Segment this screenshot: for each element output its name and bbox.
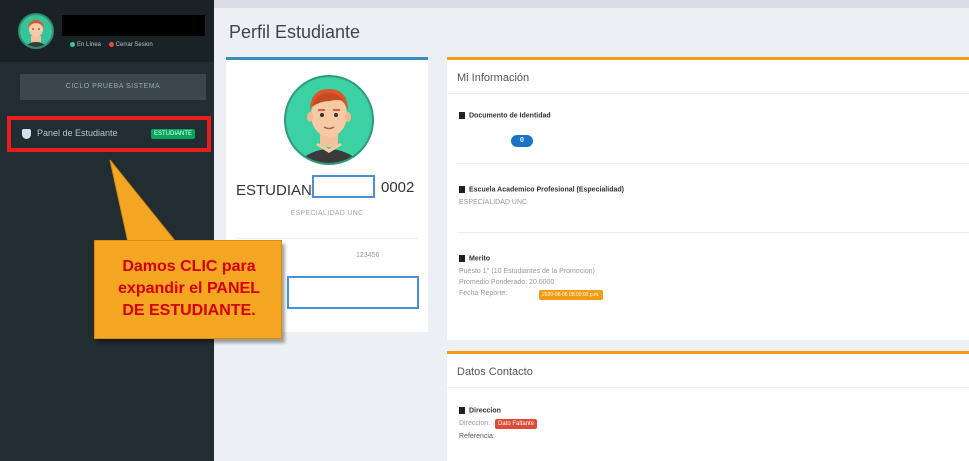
book-icon: [459, 112, 465, 119]
panel-divider: [447, 93, 969, 94]
top-navbar: [214, 0, 969, 8]
address-prefix: Direccion:: [459, 420, 491, 427]
student-avatar: [284, 75, 374, 165]
merit-average: Promedio Ponderado: 20.0000: [459, 279, 555, 286]
merit-date-badge: 2020-08-06 08:00:00 p.m.: [539, 290, 603, 300]
user-status: En Línea Cerrar Sesion: [70, 42, 153, 48]
contact-panel: Datos Contacto Direccion Direccion: Dato…: [447, 351, 969, 461]
merit-date-label: Fecha Reporte:: [459, 290, 508, 297]
online-dot-icon: [70, 42, 75, 47]
student-specialty: ESPECIALIDAD UNC: [290, 210, 364, 217]
sidebar: En Línea Cerrar Sesion CICLO PRUEBA SIST…: [0, 0, 214, 461]
reference-label: Referencia:: [459, 433, 495, 440]
merit-position: Puesto 1° (10 Estudiantes de la Promocio…: [459, 268, 595, 275]
user-avatar: [18, 13, 54, 49]
student-code: 123456: [356, 252, 380, 259]
user-panel: En Línea Cerrar Sesion: [0, 0, 214, 62]
logout-link[interactable]: Cerrar Sesion: [116, 42, 153, 48]
cycle-button[interactable]: CICLO PRUEBA SISTEMA: [20, 74, 206, 100]
doc-section-label: Documento de Identidad: [459, 112, 551, 119]
book-icon: [459, 186, 465, 193]
doc-value-pill: 0: [511, 135, 533, 147]
name-highlight-box: [312, 175, 375, 198]
row-divider: [457, 163, 969, 164]
row-divider: [457, 232, 969, 233]
callout-text: Damos CLIC para expandir el PANEL DE EST…: [118, 258, 260, 319]
sidebar-item-label: Panel de Estudiante: [37, 128, 118, 138]
panel-title: Datos Contacto: [457, 366, 533, 378]
logout-dot-icon: [108, 42, 114, 47]
shield-icon: [22, 129, 31, 139]
address-section-label: Direccion: [459, 407, 501, 414]
my-info-panel: Mi Información Documento de Identidad 0 …: [447, 57, 969, 340]
book-icon: [459, 407, 465, 414]
school-value: ESPECIALIDAD UNC: [459, 199, 528, 206]
sidebar-item-badge: ESTUDIANTE: [151, 129, 196, 139]
card-divider: [236, 238, 418, 239]
app-root: En Línea Cerrar Sesion CICLO PRUEBA SIST…: [0, 0, 969, 461]
sidebar-item-panel-estudiante[interactable]: Panel de Estudiante ESTUDIANTE: [7, 116, 211, 152]
merit-section-label: Merito: [459, 255, 490, 262]
page-title: Perfil Estudiante: [229, 22, 361, 42]
status-online-text[interactable]: En Línea: [77, 42, 101, 48]
panel-title: Mi Información: [457, 72, 530, 84]
book-icon: [459, 255, 465, 262]
panel-divider: [447, 387, 969, 388]
user-name-redacted: [62, 15, 205, 36]
code-highlight-box: [287, 276, 419, 309]
school-section-label: Escuela Academico Profesional (Especiali…: [459, 186, 624, 193]
address-missing-badge: Dato Faltante: [495, 419, 538, 429]
instruction-callout: Damos CLIC para expandir el PANEL DE EST…: [94, 240, 282, 339]
student-name-suffix: 0002: [381, 179, 415, 196]
